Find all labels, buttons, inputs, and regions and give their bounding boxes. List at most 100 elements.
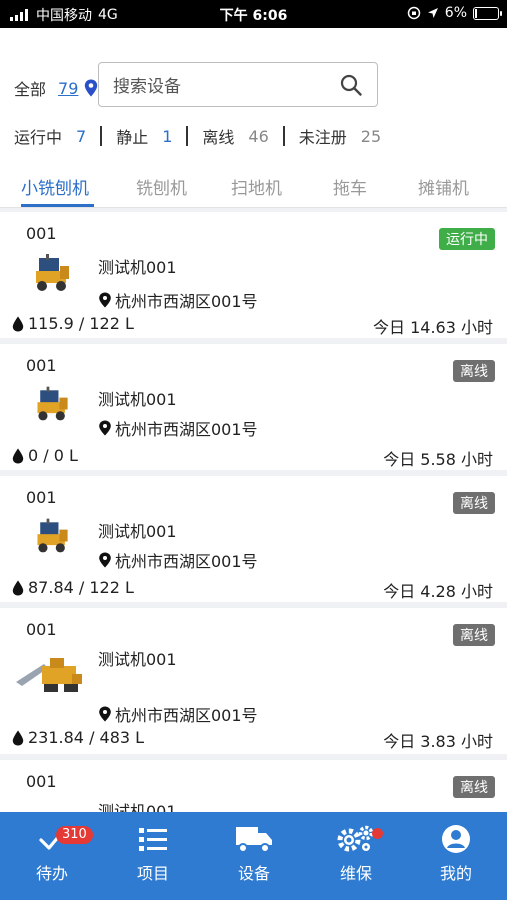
search-box[interactable]: 搜索设备 (98, 62, 378, 107)
search-icon[interactable] (339, 73, 363, 97)
stat-label: 离线 (202, 128, 235, 147)
address-text: 杭州市西湖区001号 (115, 420, 258, 439)
location-pin-icon (99, 552, 111, 568)
tab-sweeper[interactable]: 扫地机 (231, 174, 282, 199)
tabbar-item-maintenance[interactable]: 维保 (316, 824, 396, 884)
status-badge: 离线 (453, 624, 495, 646)
tabbar-item-devices[interactable]: 设备 (214, 824, 294, 884)
maintenance-notification-dot (372, 828, 383, 839)
person-icon (442, 825, 470, 853)
fuel-level: 231.84 / 483 L (12, 728, 144, 747)
stat-count: 46 (248, 126, 269, 146)
small-milling-machine-image (37, 386, 68, 421)
battery-icon (473, 6, 502, 20)
bottom-tab-bar: 310 待办 项目 设备 维保 我的 (0, 812, 507, 900)
tab-paver[interactable]: 摊铺机 (418, 174, 469, 199)
tabbar-item-todo[interactable]: 310 待办 (12, 824, 93, 884)
fuel-drop-icon (12, 448, 24, 463)
fuel-level: 0 / 0 L (12, 446, 78, 465)
tab-small-milling[interactable]: 小铣刨机 (21, 174, 89, 199)
stat-label: 运行中 (14, 128, 63, 147)
fuel-drop-icon (12, 580, 24, 595)
tabbar-item-profile[interactable]: 我的 (416, 824, 496, 884)
category-tabs: 小铣刨机 铣刨机 扫地机 拖车 摊铺机 (0, 160, 507, 208)
tabbar-label: 项目 (136, 864, 169, 883)
todo-count-badge: 310 (56, 826, 93, 844)
fuel-level: 115.9 / 122 L (12, 314, 134, 333)
stat-unregistered[interactable]: 未注册 25 (299, 124, 381, 148)
device-name: 测试机001 (98, 390, 177, 409)
large-milling-machine-image (16, 658, 82, 692)
location-arrow-icon (427, 8, 438, 18)
fuel-drop-icon (12, 316, 24, 331)
stat-count: 25 (360, 126, 382, 146)
address-text: 杭州市西湖区001号 (115, 552, 258, 571)
stat-count: 7 (76, 126, 87, 146)
device-card[interactable]: 001 运行中 测试机001 杭州市西湖区001号 115.9 / 122 L … (0, 212, 507, 338)
address-text: 杭州市西湖区001号 (115, 706, 258, 725)
stat-running[interactable]: 运行中 7 (14, 124, 116, 148)
device-name: 测试机001 (98, 522, 177, 541)
status-bar: 中国移动 4G 下午 6:06 6% (0, 0, 507, 28)
device-card[interactable]: 001 离线 测试机001 杭州市西湖区001号 231.84 / 483 L … (0, 608, 507, 754)
stat-offline[interactable]: 离线 46 (202, 124, 298, 148)
truck-icon (236, 827, 272, 853)
small-milling-machine-image (37, 518, 68, 553)
all-count-link[interactable]: 79 (58, 79, 78, 98)
device-address: 杭州市西湖区001号 (98, 548, 258, 572)
fuel-drop-icon (12, 730, 24, 745)
status-badge: 运行中 (439, 228, 495, 250)
list-icon (139, 828, 167, 851)
location-pin-icon (99, 420, 111, 436)
device-address: 杭州市西湖区001号 (98, 416, 258, 440)
gears-icon (337, 825, 374, 852)
today-hours: 今日 4.28 小时 (383, 582, 493, 601)
tab-trailer[interactable]: 拖车 (333, 174, 367, 199)
status-badge: 离线 (453, 492, 495, 514)
fuel-text: 115.9 / 122 L (28, 314, 134, 333)
stat-idle[interactable]: 静止 1 (116, 124, 202, 148)
device-code: 001 (26, 620, 57, 639)
device-code: 001 (26, 224, 57, 243)
tabbar-label: 我的 (439, 864, 472, 883)
rotation-lock-icon (407, 6, 421, 20)
stat-divider (186, 126, 189, 146)
tab-milling[interactable]: 铣刨机 (136, 174, 187, 199)
map-pin-icon[interactable] (84, 79, 98, 97)
device-card[interactable]: 001 离线 测试机001 杭州市西湖区001号 87.84 / 122 L 今… (0, 476, 507, 602)
device-code: 001 (26, 356, 57, 375)
fuel-text: 87.84 / 122 L (28, 578, 134, 597)
device-address: 杭州市西湖区001号 (98, 288, 258, 312)
battery-percent: 6% (444, 5, 467, 21)
stat-count: 1 (162, 126, 173, 146)
address-text: 杭州市西湖区001号 (115, 292, 258, 311)
search-input[interactable]: 搜索设备 (113, 72, 339, 97)
device-name: 测试机001 (98, 258, 177, 277)
device-list: 001 运行中 测试机001 杭州市西湖区001号 115.9 / 122 L … (0, 208, 507, 812)
stat-divider (100, 126, 103, 146)
status-badge: 离线 (453, 776, 495, 798)
device-code: 001 (26, 772, 57, 791)
active-tab-indicator (21, 204, 94, 207)
location-pin-icon (99, 706, 111, 722)
fuel-text: 0 / 0 L (28, 446, 78, 465)
status-bar-right: 6% (407, 5, 502, 21)
device-card[interactable]: 001 离线 测试机001 (0, 760, 507, 812)
tabbar-item-projects[interactable]: 项目 (113, 824, 193, 884)
fuel-text: 231.84 / 483 L (28, 728, 145, 747)
fuel-level: 87.84 / 122 L (12, 578, 134, 597)
stat-label: 未注册 (298, 128, 347, 147)
status-badge: 离线 (453, 360, 495, 382)
device-code: 001 (26, 488, 57, 507)
today-hours: 今日 14.63 小时 (373, 318, 493, 337)
all-label: 全部 (14, 80, 47, 99)
today-hours: 今日 5.58 小时 (383, 450, 493, 469)
device-name: 测试机001 (98, 650, 177, 669)
device-name: 测试机001 (98, 802, 177, 812)
device-card[interactable]: 001 离线 测试机001 杭州市西湖区001号 0 / 0 L 今日 5.58… (0, 344, 507, 470)
stat-divider (282, 126, 285, 146)
location-pin-icon (99, 292, 111, 308)
tabbar-label: 设备 (237, 864, 270, 883)
device-address: 杭州市西湖区001号 (98, 702, 258, 726)
today-hours: 今日 3.83 小时 (383, 732, 493, 751)
